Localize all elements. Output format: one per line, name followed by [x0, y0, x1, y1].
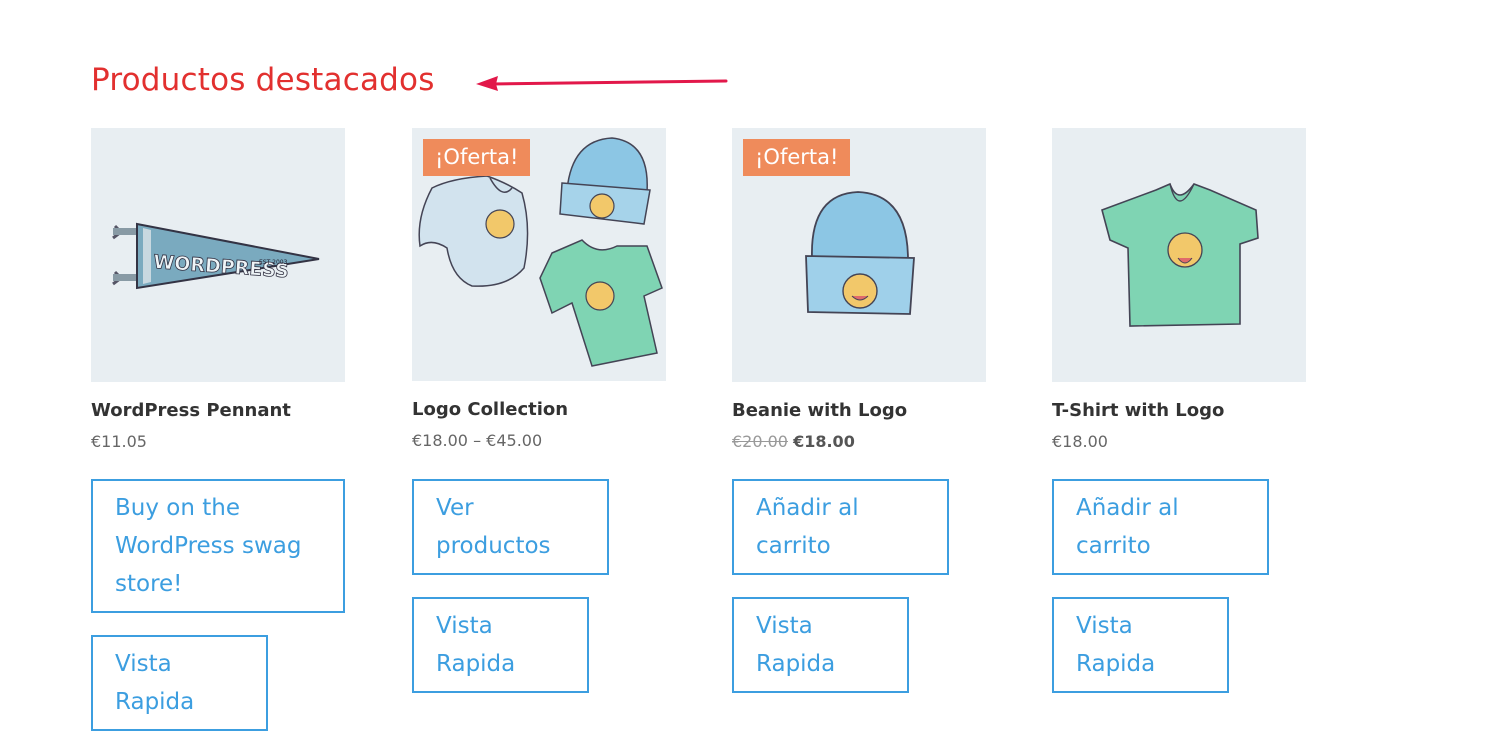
buy-external-button[interactable]: Buy on the WordPress swag store!	[91, 479, 345, 613]
product-image[interactable]	[1052, 128, 1306, 382]
add-to-cart-button[interactable]: Añadir al carrito	[1052, 479, 1269, 575]
product-price: €18.00	[1052, 432, 1108, 451]
quick-view-button[interactable]: Vista Rapida	[732, 597, 909, 693]
regular-price: €20.00	[732, 432, 788, 451]
product-price: €18.00 – €45.00	[412, 431, 543, 450]
product-name[interactable]: Beanie with Logo	[732, 400, 986, 421]
product-name[interactable]: Logo Collection	[412, 399, 666, 420]
product-card-beanie-with-logo: ¡Oferta! Beanie with Logo €20.00 €18.00 …	[732, 128, 986, 693]
add-to-cart-button[interactable]: Añadir al carrito	[732, 479, 949, 575]
sale-badge: ¡Oferta!	[743, 139, 851, 176]
product-card-wordpress-pennant: WORDPRESS EST 2003 WordPress Pennant €11…	[91, 128, 345, 731]
product-image[interactable]: ¡Oferta!	[412, 128, 666, 381]
quick-view-button[interactable]: Vista Rapida	[1052, 597, 1229, 693]
product-image[interactable]: WORDPRESS EST 2003	[91, 128, 345, 382]
product-price: €11.05	[91, 432, 147, 451]
wordpress-pennant-image: WORDPRESS EST 2003	[112, 222, 320, 290]
product-name[interactable]: T-Shirt with Logo	[1052, 400, 1306, 421]
product-image[interactable]: ¡Oferta!	[732, 128, 986, 382]
quick-view-button[interactable]: Vista Rapida	[91, 635, 268, 731]
view-products-button[interactable]: Ver productos	[412, 479, 609, 575]
tshirt-image	[1101, 182, 1259, 327]
product-price: €20.00 €18.00	[732, 432, 986, 451]
quick-view-button[interactable]: Vista Rapida	[412, 597, 589, 693]
sale-price: €18.00	[793, 432, 855, 451]
annotation-arrow-icon	[476, 76, 728, 91]
product-card-logo-collection: ¡Oferta! Logo Collection €18.00 – €45.00…	[412, 128, 666, 693]
svg-text:EST 2003: EST 2003	[259, 259, 288, 266]
product-name[interactable]: WordPress Pennant	[91, 400, 345, 421]
section-title: Productos destacados	[91, 62, 435, 98]
product-card-tshirt-with-logo: T-Shirt with Logo €18.00 Añadir al carri…	[1052, 128, 1306, 693]
sale-badge: ¡Oferta!	[423, 139, 531, 176]
